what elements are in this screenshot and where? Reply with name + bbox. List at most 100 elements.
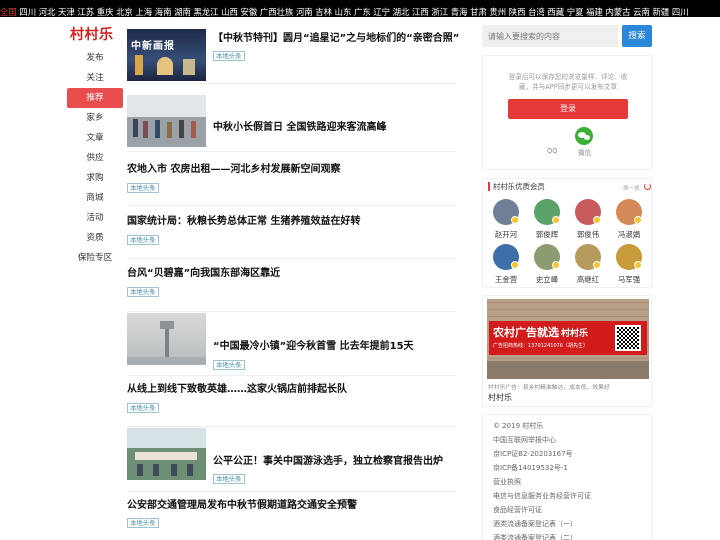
region-link[interactable]: 浙江: [431, 4, 448, 17]
region-link[interactable]: 甘肃: [470, 4, 487, 17]
article-title[interactable]: 国家统计局：秋粮长势总体正常 生猪养殖效益在好转: [127, 215, 360, 229]
region-link[interactable]: 青海: [451, 4, 468, 17]
member-name[interactable]: 王金营: [489, 274, 523, 285]
article-title[interactable]: 中秋小长假首日 全国铁路迎来客流高峰: [213, 121, 386, 135]
ad-image[interactable]: 农村广告就选 村村乐 广告招商热线：13701241076（胡先生）: [487, 299, 649, 379]
article-thumbnail[interactable]: [127, 313, 206, 365]
member-name[interactable]: 高继红: [571, 274, 605, 285]
site-logo[interactable]: 村村乐: [70, 24, 120, 43]
article-item[interactable]: 从线上到线下致敬英雄……这家火锅店前排起长队 本地头条: [127, 377, 457, 427]
nav-item[interactable]: 文章: [67, 128, 123, 148]
nav-item[interactable]: 家乡: [67, 108, 123, 128]
refresh-icon[interactable]: [644, 183, 651, 190]
region-link[interactable]: 湖北: [393, 4, 410, 17]
region-link[interactable]: 北京: [116, 4, 133, 17]
region-link[interactable]: 山西: [221, 4, 238, 17]
members-header: 村村乐优质会员 换一换: [483, 179, 653, 195]
member-name[interactable]: 马军强: [612, 274, 646, 285]
region-link[interactable]: 海南: [155, 4, 172, 17]
article-title[interactable]: 从线上到线下致敬英雄……这家火锅店前排起长队: [127, 383, 347, 397]
region-link[interactable]: 四川: [19, 4, 36, 17]
member-name[interactable]: 郭俊辉: [530, 229, 564, 240]
article-title[interactable]: 农地入市 农房出租——河北乡村发展新空间观察: [127, 163, 340, 177]
nav-item[interactable]: 推荐: [67, 88, 123, 108]
region-link[interactable]: 湖南: [174, 4, 191, 17]
region-link[interactable]: 重庆: [97, 4, 114, 17]
region-link[interactable]: 上海: [135, 4, 152, 17]
region-link[interactable]: 天津: [58, 4, 75, 17]
article-thumbnail[interactable]: [127, 428, 206, 480]
region-link[interactable]: 福建: [586, 4, 603, 17]
footer-link[interactable]: 京ICP证B2-20203167号: [493, 449, 573, 459]
site-footer: © 2019 村村乐 中国互联网举报中心 京ICP证B2-20203167号 京ICP…: [482, 414, 652, 540]
region-link[interactable]: 西藏: [547, 4, 564, 17]
region-link[interactable]: 陕西: [509, 4, 526, 17]
article-title[interactable]: 公安部交通管理局发布中秋节假期道路交通安全预警: [127, 499, 357, 513]
region-link[interactable]: 河南: [296, 4, 313, 17]
nav-item[interactable]: 发布: [67, 48, 123, 68]
footer-link[interactable]: 食品经营许可证: [493, 505, 542, 515]
article-item[interactable]: 中新画报 【中秋节特刊】圆月“追星记”之与地标们的“亲密合照” 本地头条: [127, 26, 459, 84]
footer-link[interactable]: 京ICP备14019532号-1: [493, 463, 568, 473]
ad-brand[interactable]: 村村乐: [488, 392, 512, 403]
region-link[interactable]: 吉林: [315, 4, 332, 17]
article-thumbnail[interactable]: [127, 95, 206, 147]
article-item[interactable]: 公安部交通管理局发布中秋节假期道路交通安全预警 本地头条: [127, 496, 457, 540]
article-item[interactable]: “中国最冷小镇”迎今秋首雪 比去年提前15天 本地头条: [127, 312, 457, 376]
wechat-icon[interactable]: [575, 127, 593, 145]
nav-item[interactable]: 供应: [67, 148, 123, 168]
region-link[interactable]: 全国: [0, 4, 17, 17]
member-name[interactable]: 赵开河: [489, 229, 523, 240]
region-link[interactable]: 黑龙江: [193, 4, 218, 17]
region-link[interactable]: 云南: [633, 4, 650, 17]
article-item[interactable]: 台风“贝碧嘉”向我国东部海区靠近 本地头条: [127, 262, 457, 312]
region-link[interactable]: 山东: [335, 4, 352, 17]
article-item[interactable]: 国家统计局：秋粮长势总体正常 生猪养殖效益在好转 本地头条: [127, 209, 457, 259]
nav-item[interactable]: 求购: [67, 168, 123, 188]
search-input[interactable]: [482, 25, 618, 47]
region-link[interactable]: 台湾: [528, 4, 545, 17]
article-title[interactable]: 台风“贝碧嘉”向我国东部海区靠近: [127, 267, 280, 281]
article-item[interactable]: 中秋小长假首日 全国铁路迎来客流高峰: [127, 88, 457, 152]
verified-badge-icon: [511, 261, 519, 269]
article-item[interactable]: 农地入市 农房出租——河北乡村发展新空间观察 本地头条: [127, 156, 457, 206]
nav-item[interactable]: 关注: [67, 68, 123, 88]
member-name[interactable]: 郭俊伟: [571, 229, 605, 240]
region-link[interactable]: 新疆: [653, 4, 670, 17]
article-thumbnail[interactable]: 中新画报: [127, 29, 206, 81]
region-link[interactable]: 广西壮族: [260, 4, 294, 17]
ad-card[interactable]: 农村广告就选 村村乐 广告招商热线：13701241076（胡先生） 村村乐广告：…: [482, 295, 652, 407]
region-link[interactable]: 辽宁: [373, 4, 390, 17]
article-title[interactable]: 【中秋节特刊】圆月“追星记”之与地标们的“亲密合照”: [213, 32, 459, 46]
region-link[interactable]: 江西: [412, 4, 429, 17]
region-link[interactable]: 四川: [672, 4, 689, 17]
region-link[interactable]: 河北: [39, 4, 56, 17]
region-link[interactable]: 贵州: [489, 4, 506, 17]
nav-item[interactable]: 商城: [67, 188, 123, 208]
qq-login-link[interactable]: QQ: [547, 147, 557, 155]
region-link[interactable]: 江苏: [77, 4, 94, 17]
region-link[interactable]: 广东: [354, 4, 371, 17]
footer-link[interactable]: 营业执照: [493, 477, 521, 487]
footer-link[interactable]: 酒类流通备案登记表（一）: [493, 519, 577, 529]
footer-link[interactable]: 中国互联网举报中心: [493, 435, 556, 445]
region-link[interactable]: 安徽: [241, 4, 258, 17]
search-button[interactable]: 搜索: [622, 25, 652, 47]
nav-item[interactable]: 保险专区: [67, 248, 123, 268]
left-nav: 发布 关注 推荐 家乡 文章 供应 求购 商城 活动 资质 保险专区: [67, 48, 123, 268]
footer-link[interactable]: 电信与信息服务业务经营许可证: [493, 491, 591, 501]
member-name[interactable]: 史立峰: [530, 274, 564, 285]
wechat-login-link[interactable]: 微信: [578, 147, 591, 157]
region-link[interactable]: 宁夏: [567, 4, 584, 17]
article-item[interactable]: 公平公正！事关中国游泳选手，独立检察官报告出炉 本地头条: [127, 428, 457, 492]
ad-headline: 农村广告就选 村村乐: [493, 326, 589, 339]
article-title[interactable]: “中国最冷小镇”迎今秋首雪 比去年提前15天: [213, 340, 414, 354]
member-name[interactable]: 冯淑娟: [612, 229, 646, 240]
nav-item[interactable]: 活动: [67, 208, 123, 228]
login-button[interactable]: 登录: [508, 99, 628, 119]
article-title[interactable]: 公平公正！事关中国游泳选手，独立检察官报告出炉: [213, 455, 443, 469]
region-link[interactable]: 内蒙古: [605, 4, 630, 17]
refresh-members-link[interactable]: 换一换: [623, 184, 640, 192]
footer-link[interactable]: 酒类流通备案登记表（二）: [493, 533, 577, 540]
nav-item[interactable]: 资质: [67, 228, 123, 248]
